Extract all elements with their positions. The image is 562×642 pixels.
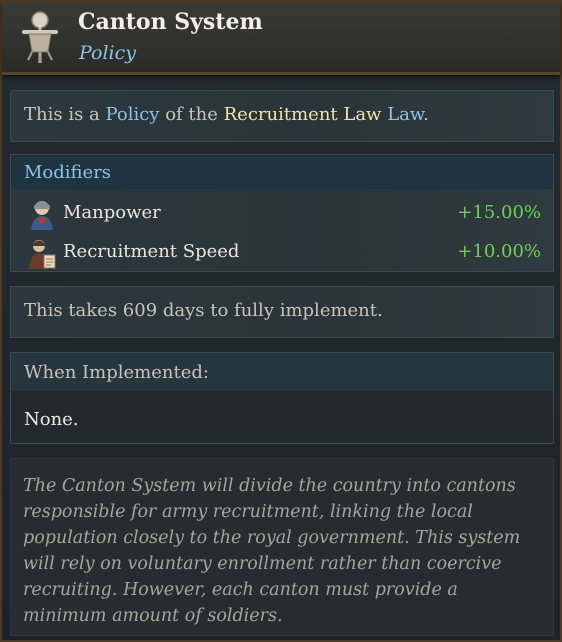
policy-description: The Canton System will divide the countr… — [23, 476, 521, 626]
modifiers-title: Modifiers — [24, 162, 112, 183]
policy-type-link[interactable]: Policy — [105, 104, 159, 125]
law-info-end: . — [423, 104, 429, 125]
modifier-row-recruitment-speed[interactable]: Recruitment Speed +10.00% — [11, 235, 553, 271]
implementation-time-text: This takes 609 days to fully implement. — [24, 300, 383, 321]
modifier-value: +15.00% — [457, 202, 541, 223]
modifiers-panel: Modifiers Manpower +15.00% Recruitment S… — [10, 154, 554, 272]
when-implemented-header: When Implemented: — [11, 353, 553, 391]
law-info-text: This is a Policy of the Recruitment Law … — [24, 104, 429, 125]
law-info-panel: This is a Policy of the Recruitment Law … — [10, 90, 554, 142]
when-implemented-value: None. — [24, 409, 79, 430]
law-info-middle: of the — [159, 104, 224, 125]
modifier-row-manpower[interactable]: Manpower +15.00% — [11, 196, 553, 232]
implementation-time-panel: This takes 609 days to fully implement. — [10, 286, 554, 338]
modifier-value: +10.00% — [457, 241, 541, 262]
description-panel: The Canton System will divide the countr… — [10, 458, 554, 636]
policy-title: Canton System — [78, 9, 263, 35]
recruitment-speed-icon — [29, 240, 56, 269]
law-suffix: Law — [381, 104, 424, 125]
law-name-link[interactable]: Recruitment Law — [224, 104, 382, 125]
law-info-prefix: This is a — [24, 104, 106, 125]
modifier-name: Recruitment Speed — [63, 241, 240, 262]
modifier-name: Manpower — [63, 202, 161, 223]
modifiers-header: Modifiers — [11, 155, 553, 189]
when-implemented-panel: When Implemented: None. — [10, 352, 554, 444]
when-implemented-title: When Implemented: — [24, 362, 209, 383]
policy-tooltip: Canton System Policy This is a Policy of… — [0, 0, 562, 642]
soldier-manpower-icon — [31, 201, 53, 230]
policy-subtitle: Policy — [79, 42, 136, 64]
scarecrow-policy-icon — [22, 11, 58, 63]
tooltip-header: Canton System Policy — [2, 2, 560, 75]
